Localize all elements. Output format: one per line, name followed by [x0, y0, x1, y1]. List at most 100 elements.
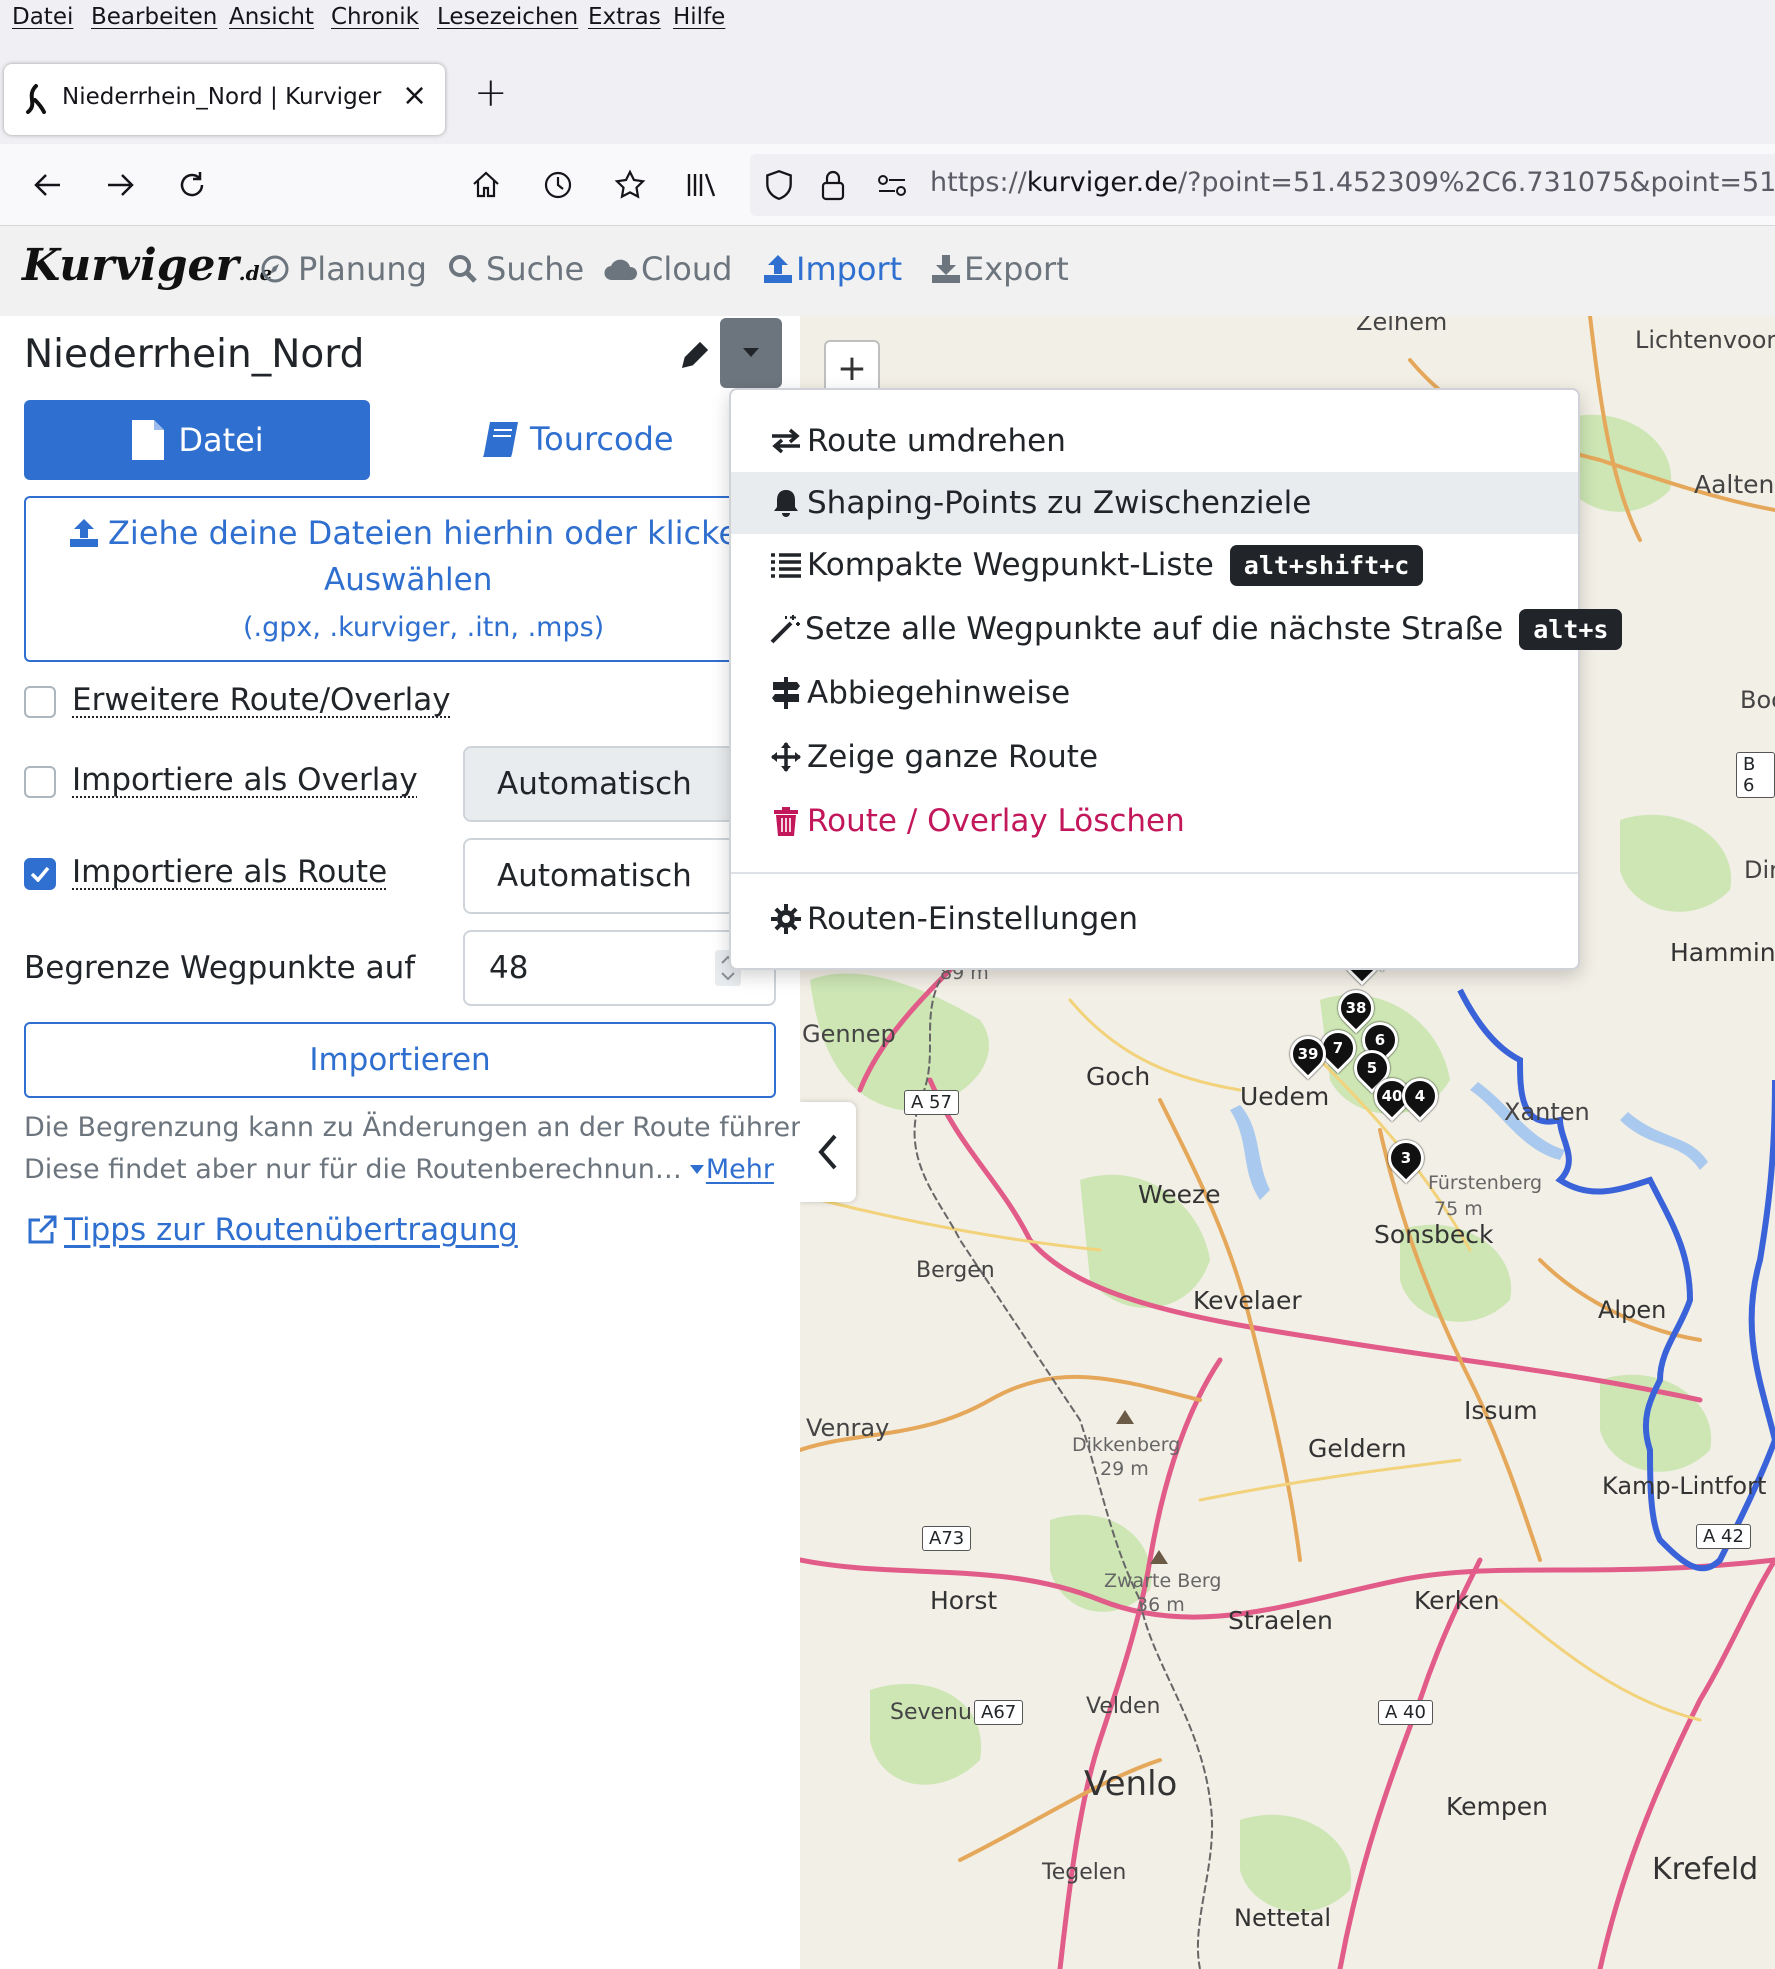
menu-bearbeiten[interactable]: Bearbeiten — [91, 4, 217, 30]
menu-ansicht[interactable]: Ansicht — [229, 4, 314, 30]
kurviger-logo[interactable]: Kurviger.de — [22, 240, 272, 291]
road-shield: A73 — [922, 1526, 972, 1551]
place-label: Kevelaer — [1193, 1286, 1302, 1315]
checkmark-icon — [30, 866, 50, 882]
menu-item-reverse-route[interactable]: Route umdrehen — [731, 410, 1578, 472]
url-rest: /?point=51.452309%2C6.731075&point=51.49… — [1177, 167, 1775, 198]
import-route-checkbox[interactable] — [24, 858, 56, 890]
nav-planung-label: Planung — [298, 250, 427, 288]
limit-waypoints-label: Begrenze Wegpunkte auf — [24, 950, 416, 986]
url-domain: kurviger.de — [1026, 167, 1178, 198]
menu-item-compact-list[interactable]: Kompakte Wegpunkt-Liste alt+shift+c — [731, 534, 1578, 596]
place-label: Ding — [1744, 856, 1775, 884]
compass-icon — [261, 255, 289, 283]
route-options-dropdown-toggle[interactable] — [720, 318, 782, 388]
caret-down-icon — [743, 348, 759, 357]
upload-icon — [70, 519, 98, 547]
url-text[interactable]: https://kurviger.de/?point=51.452309%2C6… — [930, 167, 1775, 198]
menu-item-shaping-points[interactable]: Shaping-Points zu Zwischenziele — [731, 472, 1578, 534]
import-overlay-label[interactable]: Importiere als Overlay — [72, 762, 418, 798]
menu-item-label: Routen-Einstellungen — [807, 901, 1138, 937]
menu-lesezeichen[interactable]: Lesezeichen — [437, 4, 578, 30]
place-label: Venray — [806, 1414, 890, 1442]
reload-button[interactable] — [170, 163, 214, 207]
place-label: Bergen — [916, 1258, 995, 1283]
arrow-left-icon — [34, 174, 60, 196]
extended-route-checkbox[interactable] — [24, 686, 56, 718]
menu-item-route-settings[interactable]: Routen-Einstellungen — [731, 888, 1578, 950]
peak-elevation: 75 m — [1434, 1198, 1483, 1220]
limit-note-line2-text: Diese findet aber nur für die Routenbere… — [24, 1154, 682, 1185]
tips-link[interactable]: Tipps zur Routenübertragung — [26, 1212, 518, 1248]
collapse-sidebar-button[interactable] — [800, 1102, 856, 1202]
menu-item-delete-route[interactable]: Route / Overlay Löschen — [731, 790, 1578, 852]
place-label: Gennep — [802, 1020, 896, 1048]
back-button[interactable] — [26, 163, 70, 207]
edit-pencil-icon[interactable] — [680, 340, 710, 370]
forward-button[interactable] — [98, 163, 142, 207]
permissions-icon[interactable] — [876, 172, 908, 198]
shield-icon[interactable] — [762, 168, 796, 202]
nav-planung[interactable]: Planung — [260, 250, 427, 288]
tab-close-button[interactable]: × — [402, 78, 427, 113]
import-route-label[interactable]: Importiere als Route — [72, 854, 387, 890]
home-button[interactable] — [464, 163, 508, 207]
cloud-icon — [604, 259, 638, 281]
nav-cloud[interactable]: Cloud — [603, 250, 732, 288]
tab-datei[interactable]: Datei — [24, 400, 370, 480]
caret-down-icon — [689, 1164, 704, 1174]
external-link-icon — [28, 1215, 57, 1244]
menu-datei[interactable]: Datei — [12, 4, 73, 30]
tab-datei-label: Datei — [178, 421, 264, 459]
import-button-label: Importieren — [309, 1042, 491, 1078]
peak-label: Fürstenberg — [1428, 1172, 1543, 1194]
menu-item-show-route[interactable]: Zeige ganze Route — [731, 726, 1578, 788]
import-overlay-checkbox[interactable] — [24, 766, 56, 798]
swap-arrows-icon — [772, 428, 800, 454]
list-icon — [771, 553, 801, 578]
library-button[interactable] — [680, 163, 724, 207]
menu-extras[interactable]: Extras — [588, 4, 661, 30]
place-label: Velden — [1086, 1694, 1161, 1719]
peak-label: Dikkenberg — [1072, 1434, 1181, 1456]
road-shield: B 6 — [1736, 752, 1775, 798]
history-button[interactable] — [536, 163, 580, 207]
peak-icon — [1116, 1410, 1134, 1424]
place-label: Straelen — [1228, 1606, 1333, 1635]
place-label: Alpen — [1598, 1296, 1667, 1324]
nav-suche[interactable]: Suche — [448, 250, 584, 288]
bell-icon — [774, 490, 798, 517]
menu-chronik[interactable]: Chronik — [331, 4, 419, 30]
extended-route-label[interactable]: Erweitere Route/Overlay — [72, 682, 451, 718]
menu-item-snap-waypoints[interactable]: Setze alle Wegpunkte auf die nächste Str… — [731, 598, 1623, 660]
place-label: Horst — [930, 1586, 998, 1615]
nav-export-label: Export — [964, 250, 1069, 288]
place-label: Geldern — [1308, 1434, 1407, 1463]
lock-icon[interactable] — [818, 168, 848, 202]
dropzone-line2: Auswählen — [324, 562, 493, 598]
new-tab-button[interactable]: + — [474, 70, 508, 116]
tab-tourcode[interactable]: Tourcode — [480, 420, 674, 458]
more-link-label: Mehr — [705, 1154, 774, 1185]
nav-cloud-label: Cloud — [641, 250, 733, 288]
place-label: Krefeld — [1652, 1852, 1759, 1887]
route-title: Niederrhein_Nord — [24, 332, 365, 377]
dropzone-line1: Ziehe deine Dateien hierhin oder klicke … — [68, 514, 817, 552]
menu-item-turn-instructions[interactable]: Abbiegehinweise — [731, 662, 1578, 724]
more-link[interactable]: Mehr — [689, 1154, 774, 1185]
menu-divider — [731, 872, 1578, 874]
nav-suche-label: Suche — [486, 250, 585, 288]
place-label: Boc — [1740, 686, 1775, 714]
place-label: Kamp-Lintfort — [1602, 1472, 1767, 1500]
dropzone-hint: (.gpx, .kurviger, .itn, .mps) — [243, 612, 605, 643]
menu-hilfe[interactable]: Hilfe — [673, 4, 725, 30]
url-bar[interactable]: https://kurviger.de/?point=51.452309%2C6… — [750, 154, 1775, 216]
bookmark-star-button[interactable] — [608, 163, 652, 207]
tab-tourcode-label: Tourcode — [530, 420, 674, 458]
place-label: Zelhem — [1356, 316, 1448, 336]
trash-icon — [774, 807, 798, 836]
import-button[interactable]: Importieren — [24, 1022, 776, 1098]
nav-import[interactable]: Import — [762, 250, 902, 288]
browser-tab[interactable]: Niederrhein_Nord | Kurviger × — [4, 64, 445, 135]
nav-export[interactable]: Export — [930, 250, 1069, 288]
